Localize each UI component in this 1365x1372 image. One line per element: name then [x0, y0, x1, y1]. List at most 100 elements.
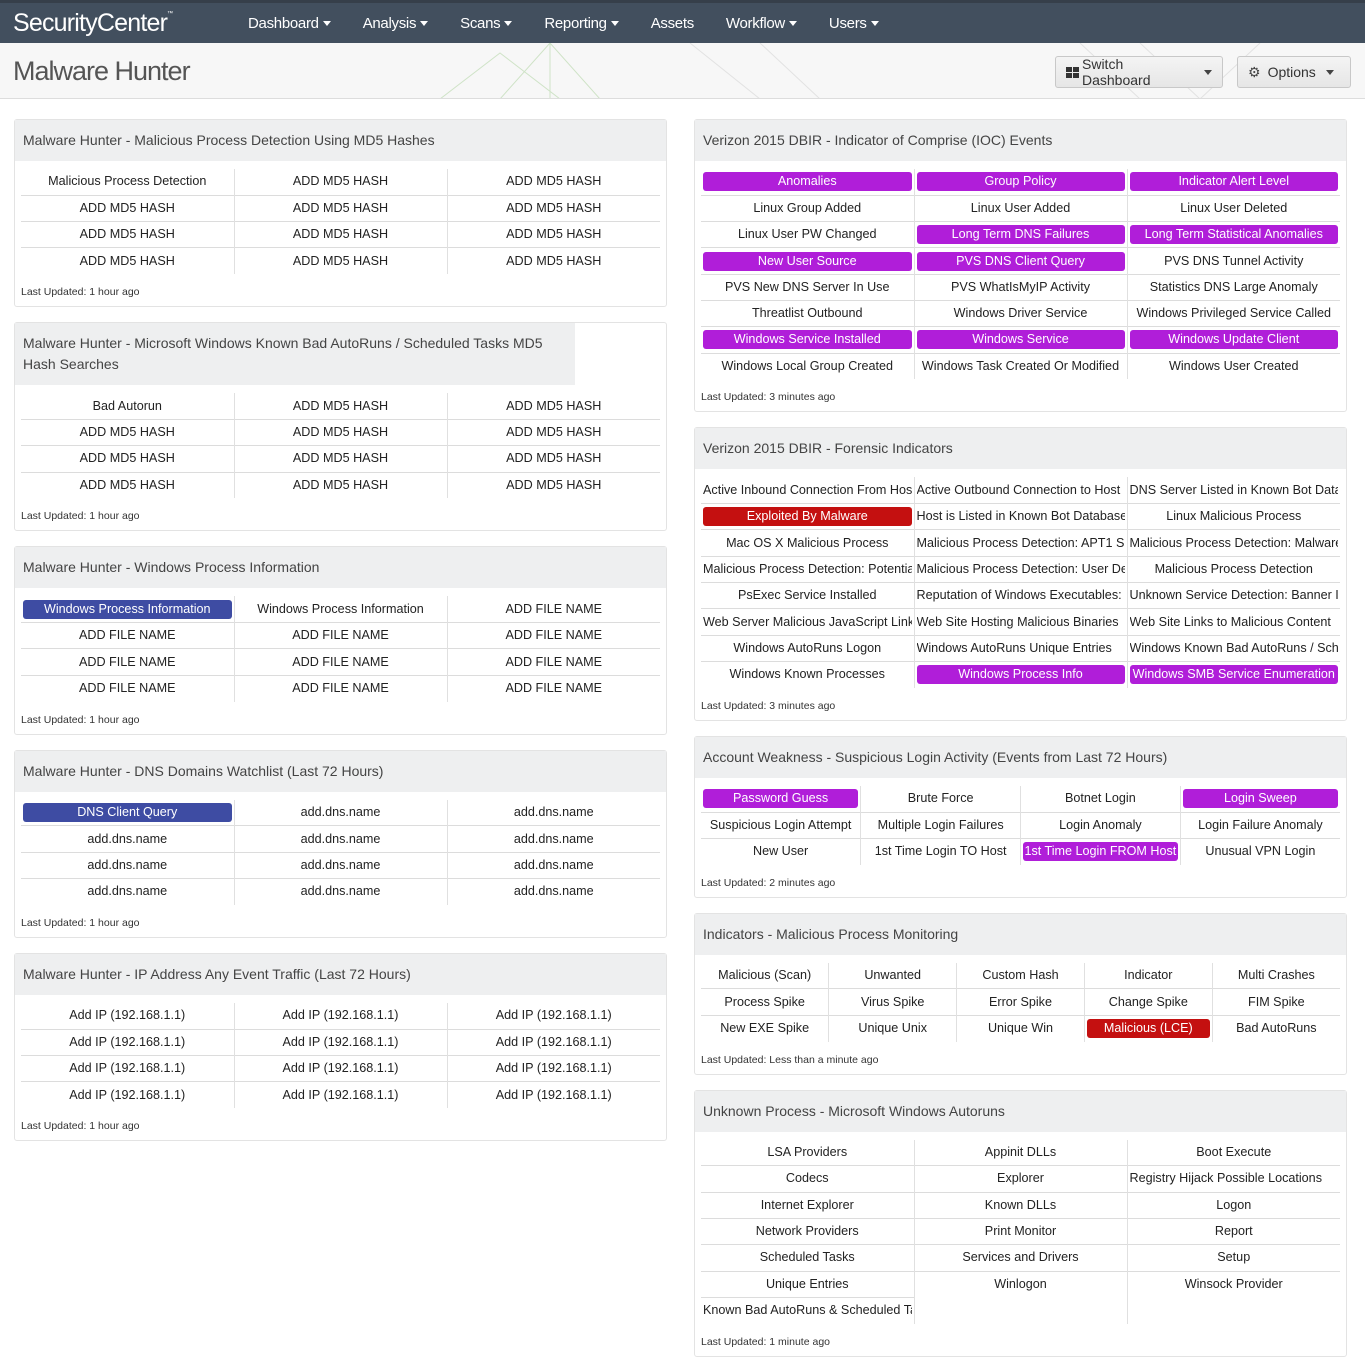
indicator-red-badge[interactable]: Malicious (LCE) [1086, 1019, 1210, 1039]
panel-title[interactable]: Account Weakness - Suspicious Login Acti… [695, 736, 1346, 778]
indicator-label[interactable]: Internet Explorer [703, 1196, 912, 1215]
indicator-label[interactable]: Web Server Malicious JavaScript Link [703, 613, 912, 632]
indicator-label[interactable]: Threatlist Outbound [703, 304, 912, 323]
indicator-label[interactable]: Malicious Process Detection: Potential [703, 560, 912, 579]
indicator-label[interactable]: Add IP (192.168.1.1) [450, 1033, 659, 1052]
indicator-label[interactable]: ADD FILE NAME [23, 679, 232, 698]
indicator-label[interactable]: PVS New DNS Server In Use [703, 278, 912, 297]
indicator-purple-badge[interactable]: New User Source [703, 251, 912, 271]
indicator-label[interactable]: ADD MD5 HASH [450, 476, 659, 495]
indicator-label[interactable]: Registry Hijack Possible Locations [1130, 1169, 1339, 1188]
indicator-label[interactable]: add.dns.name [23, 830, 232, 849]
indicator-label[interactable]: Botnet Login [1023, 789, 1178, 808]
indicator-label[interactable]: Winsock Provider [1130, 1275, 1339, 1294]
indicator-label[interactable]: 1st Time Login TO Host [863, 842, 1018, 861]
indicator-label[interactable]: ADD MD5 HASH [237, 423, 445, 442]
indicator-label[interactable]: Malicious Process Detection: APT1 S [917, 534, 1125, 553]
indicator-label[interactable]: Indicator [1087, 966, 1210, 985]
indicator-label[interactable]: Bad AutoRuns [1215, 1019, 1338, 1038]
indicator-label[interactable]: Malicious Process Detection: User De [917, 560, 1125, 579]
indicator-label[interactable]: FIM Spike [1215, 993, 1338, 1012]
indicator-label[interactable]: Windows AutoRuns Logon [703, 639, 912, 658]
indicator-label[interactable]: ADD FILE NAME [450, 626, 659, 645]
indicator-label[interactable]: Error Spike [959, 993, 1082, 1012]
indicator-label[interactable]: Known Bad AutoRuns & Scheduled Tasks [703, 1301, 912, 1320]
indicator-purple-badge[interactable]: 1st Time Login FROM Host [1023, 842, 1178, 862]
indicator-label[interactable]: Change Spike [1087, 993, 1210, 1012]
indicator-label[interactable]: LSA Providers [703, 1143, 912, 1162]
indicator-label[interactable]: Linux Malicious Process [1130, 507, 1339, 526]
indicator-label[interactable]: Setup [1130, 1248, 1339, 1267]
indicator-label[interactable]: Known DLLs [917, 1196, 1125, 1215]
indicator-label[interactable]: add.dns.name [237, 803, 445, 822]
indicator-purple-badge[interactable]: Password Guess [703, 789, 859, 809]
indicator-label[interactable]: Host is Listed in Known Bot Database [917, 507, 1125, 526]
indicator-label[interactable]: Process Spike [703, 993, 826, 1012]
indicator-label[interactable]: ADD FILE NAME [237, 653, 445, 672]
indicator-label[interactable]: Web Site Links to Malicious Content [1130, 613, 1339, 632]
nav-assets[interactable]: Assets [651, 15, 695, 32]
indicator-label[interactable]: Malicious Process Detection [23, 172, 232, 191]
indicator-label[interactable]: Brute Force [863, 789, 1018, 808]
indicator-label[interactable]: add.dns.name [450, 882, 659, 901]
indicator-label[interactable]: Winlogon [917, 1275, 1125, 1294]
indicator-label[interactable]: Windows Known Processes [703, 665, 912, 684]
panel-title[interactable]: Verizon 2015 DBIR - Indicator of Compris… [695, 120, 1346, 161]
indicator-label[interactable]: ADD FILE NAME [450, 600, 659, 619]
indicator-label[interactable]: Logon [1130, 1196, 1339, 1215]
indicator-label[interactable]: Add IP (192.168.1.1) [450, 1006, 659, 1025]
indicator-label[interactable]: Malicious (Scan) [703, 966, 826, 985]
indicator-label[interactable]: Report [1130, 1222, 1339, 1241]
indicator-label[interactable]: Add IP (192.168.1.1) [237, 1033, 445, 1052]
indicator-label[interactable]: ADD MD5 HASH [237, 476, 445, 495]
indicator-label[interactable]: ADD MD5 HASH [237, 397, 445, 416]
indicator-label[interactable]: Windows Known Bad AutoRuns / Sch [1130, 639, 1339, 658]
indicator-label[interactable]: add.dns.name [23, 882, 232, 901]
indicator-label[interactable]: DNS Server Listed in Known Bot Database [1130, 481, 1339, 500]
indicator-label[interactable]: ADD MD5 HASH [237, 225, 445, 244]
indicator-label[interactable]: Linux Group Added [703, 199, 912, 218]
indicator-label[interactable]: add.dns.name [237, 830, 445, 849]
indicator-blue-badge[interactable]: DNS Client Query [23, 802, 232, 822]
indicator-red-badge[interactable]: Exploited By Malware [703, 507, 912, 527]
indicator-label[interactable]: Codecs [703, 1169, 912, 1188]
indicator-label[interactable]: Mac OS X Malicious Process [703, 534, 912, 553]
indicator-label[interactable]: Active Inbound Connection From Host [703, 481, 912, 500]
indicator-label[interactable]: Add IP (192.168.1.1) [23, 1059, 232, 1078]
indicator-label[interactable]: ADD MD5 HASH [23, 423, 232, 442]
indicator-label[interactable]: ADD MD5 HASH [450, 397, 659, 416]
indicator-label[interactable]: Unusual VPN Login [1183, 842, 1338, 861]
indicator-label[interactable]: Add IP (192.168.1.1) [237, 1086, 445, 1105]
indicator-label[interactable]: ADD FILE NAME [237, 679, 445, 698]
indicator-label[interactable]: PVS WhatIsMyIP Activity [917, 278, 1125, 297]
indicator-label[interactable]: Appinit DLLs [917, 1143, 1125, 1162]
indicator-label[interactable]: Windows Process Information [237, 600, 445, 619]
indicator-label[interactable]: Multiple Login Failures [863, 816, 1018, 835]
indicator-label[interactable]: Virus Spike [831, 993, 954, 1012]
indicator-label[interactable]: ADD MD5 HASH [23, 449, 232, 468]
indicator-label[interactable]: Custom Hash [959, 966, 1082, 985]
indicator-label[interactable]: ADD MD5 HASH [237, 199, 445, 218]
indicator-label[interactable]: Linux User Deleted [1130, 199, 1339, 218]
indicator-label[interactable]: Suspicious Login Attempt [703, 816, 858, 835]
indicator-label[interactable]: ADD MD5 HASH [450, 449, 659, 468]
indicator-label[interactable]: Unknown Service Detection: Banner I [1130, 586, 1339, 605]
indicator-label[interactable]: add.dns.name [237, 856, 445, 875]
indicator-label[interactable]: Add IP (192.168.1.1) [450, 1086, 659, 1105]
nav-users[interactable]: Users [829, 15, 879, 32]
indicator-label[interactable]: Windows Local Group Created [703, 357, 912, 376]
indicator-label[interactable]: Scheduled Tasks [703, 1248, 912, 1267]
options-button[interactable]: ⚙ Options [1237, 56, 1351, 88]
panel-title[interactable]: Malware Hunter - DNS Domains Watchlist (… [15, 750, 666, 792]
indicator-label[interactable]: Add IP (192.168.1.1) [23, 1033, 232, 1052]
indicator-purple-badge[interactable]: Windows SMB Service Enumeration [1129, 665, 1338, 685]
indicator-label[interactable]: Services and Drivers [917, 1248, 1125, 1267]
nav-reporting[interactable]: Reporting [544, 15, 619, 32]
panel-title[interactable]: Malware Hunter - Windows Process Informa… [15, 547, 666, 589]
indicator-label[interactable]: Unique Entries [703, 1275, 912, 1294]
indicator-label[interactable]: add.dns.name [450, 830, 659, 849]
indicator-label[interactable]: PsExec Service Installed [703, 586, 912, 605]
indicator-label[interactable]: Unique Win [959, 1019, 1082, 1038]
indicator-label[interactable]: add.dns.name [23, 856, 232, 875]
indicator-label[interactable]: ADD FILE NAME [23, 653, 232, 672]
